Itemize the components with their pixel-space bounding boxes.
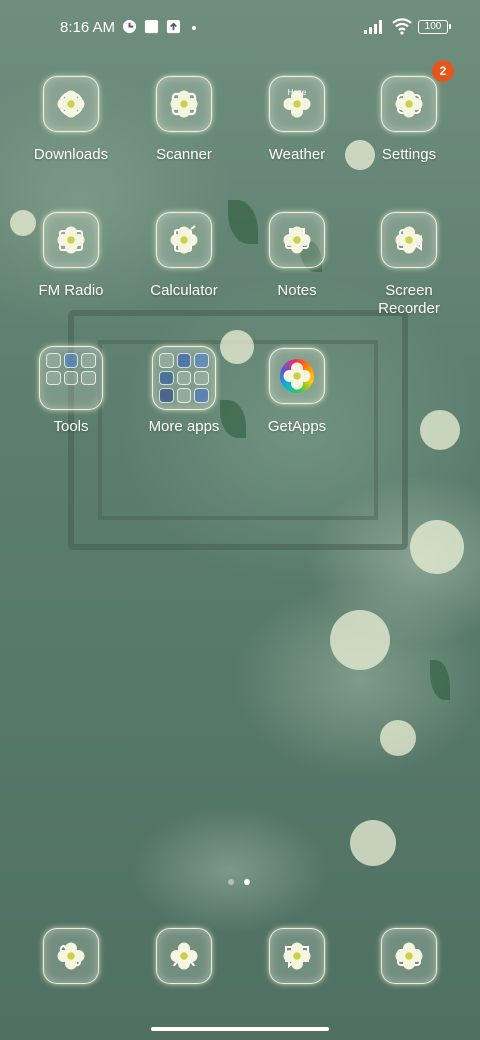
flower-decoration-icon	[395, 90, 423, 118]
flower-decoration-icon	[170, 90, 198, 118]
getapps-tile	[269, 348, 325, 404]
folder-preview-grid	[159, 353, 209, 403]
fm-radio-tile	[43, 212, 99, 268]
calculator-tile	[156, 212, 212, 268]
page-dot-2-active[interactable]	[244, 879, 250, 885]
app-notification-icon	[122, 19, 137, 34]
contacts-tile	[156, 928, 212, 984]
wallpaper-blossom	[380, 720, 416, 756]
more-apps-folder-tile	[152, 346, 216, 410]
folder-app-icon	[81, 370, 96, 386]
dock-contacts[interactable]	[128, 928, 240, 984]
app-label: Scanner	[156, 146, 212, 163]
folder-app-icon	[159, 353, 174, 368]
dock-phone[interactable]	[15, 928, 127, 984]
app-getapps[interactable]: GetApps	[241, 348, 353, 436]
app-label-line: Screen	[385, 282, 433, 299]
folder-preview-grid	[46, 353, 96, 403]
folder-app-icon	[63, 370, 79, 386]
flower-decoration-icon	[395, 226, 423, 254]
weather-tile: Haze 30°	[269, 76, 325, 132]
app-label: Calculator	[150, 282, 218, 299]
wallpaper-blossom	[410, 520, 464, 574]
app-label: Tools	[53, 418, 89, 435]
status-time: 8:16 AM	[60, 19, 116, 36]
wifi-icon	[392, 18, 412, 35]
app-settings[interactable]: Settings	[353, 76, 465, 164]
dock-camera[interactable]	[353, 928, 465, 984]
wallpaper-blossom	[330, 610, 390, 670]
folder-tools[interactable]: Tools	[15, 346, 127, 436]
app-fm-radio[interactable]: FM Radio	[15, 212, 127, 300]
dock-messages[interactable]	[241, 928, 353, 984]
folder-more-apps[interactable]: More apps	[128, 346, 240, 436]
more-dot-icon	[192, 26, 196, 30]
app-label: More apps	[148, 418, 220, 435]
wallpaper-leaf	[430, 660, 450, 700]
folder-app-icon	[176, 370, 192, 386]
app-label-line: Recorder	[378, 300, 440, 317]
upload-notification-icon	[166, 19, 181, 34]
folder-app-icon	[159, 370, 174, 386]
camera-tile	[381, 928, 437, 984]
folder-app-icon	[176, 353, 192, 368]
app-label: Screen Recorder	[353, 282, 465, 318]
scanner-tile	[156, 76, 212, 132]
wallpaper-blossom	[420, 410, 460, 450]
home-indicator[interactable]	[151, 1027, 329, 1031]
flower-decoration-icon	[57, 942, 85, 970]
flower-decoration-icon	[57, 90, 85, 118]
folder-app-icon	[81, 353, 96, 368]
settings-tile	[381, 76, 437, 132]
folder-app-icon	[194, 353, 209, 368]
flower-decoration-icon	[283, 226, 311, 254]
folder-app-icon	[176, 388, 192, 403]
notes-tile	[269, 212, 325, 268]
tools-folder-tile	[39, 346, 103, 410]
flower-decoration-icon	[170, 226, 198, 254]
app-label: FM Radio	[38, 282, 104, 299]
flower-decoration-icon	[170, 942, 198, 970]
signal-icon	[364, 20, 382, 34]
screen-recorder-tile	[381, 212, 437, 268]
app-weather[interactable]: Haze 30° Weather	[241, 76, 353, 164]
app-downloads[interactable]: Downloads	[15, 76, 127, 164]
app-label: GetApps	[267, 418, 327, 435]
flower-decoration-icon	[57, 226, 85, 254]
page-dot-1[interactable]	[228, 879, 234, 885]
status-bar: 8:16 AM 100	[0, 0, 480, 56]
folder-app-icon	[159, 388, 174, 403]
app-label: Weather	[268, 146, 326, 163]
app-scanner[interactable]: Scanner	[128, 76, 240, 164]
flower-decoration-icon	[283, 942, 311, 970]
app-label: Downloads	[33, 146, 109, 163]
folder-app-icon	[63, 353, 79, 368]
flower-decoration-icon	[283, 90, 311, 118]
settings-notification-badge: 2	[432, 60, 454, 82]
app-label: Settings	[381, 146, 437, 163]
wallpaper-blossom	[350, 820, 396, 866]
messages-tile	[269, 928, 325, 984]
square-notification-icon	[144, 19, 159, 34]
folder-app-icon	[194, 370, 209, 386]
page-indicator[interactable]	[226, 879, 256, 885]
downloads-tile	[43, 76, 99, 132]
folder-app-icon	[46, 370, 61, 386]
app-screen-recorder[interactable]: Screen Recorder	[353, 212, 465, 318]
phone-tile	[43, 928, 99, 984]
app-label: Notes	[277, 282, 317, 299]
battery-icon: 100	[418, 20, 451, 34]
app-calculator[interactable]: Calculator	[128, 212, 240, 300]
folder-app-icon	[46, 353, 61, 368]
app-notes[interactable]: Notes	[241, 212, 353, 300]
folder-app-icon	[194, 388, 209, 403]
flower-decoration-icon	[395, 942, 423, 970]
flower-decoration-icon	[283, 362, 311, 390]
